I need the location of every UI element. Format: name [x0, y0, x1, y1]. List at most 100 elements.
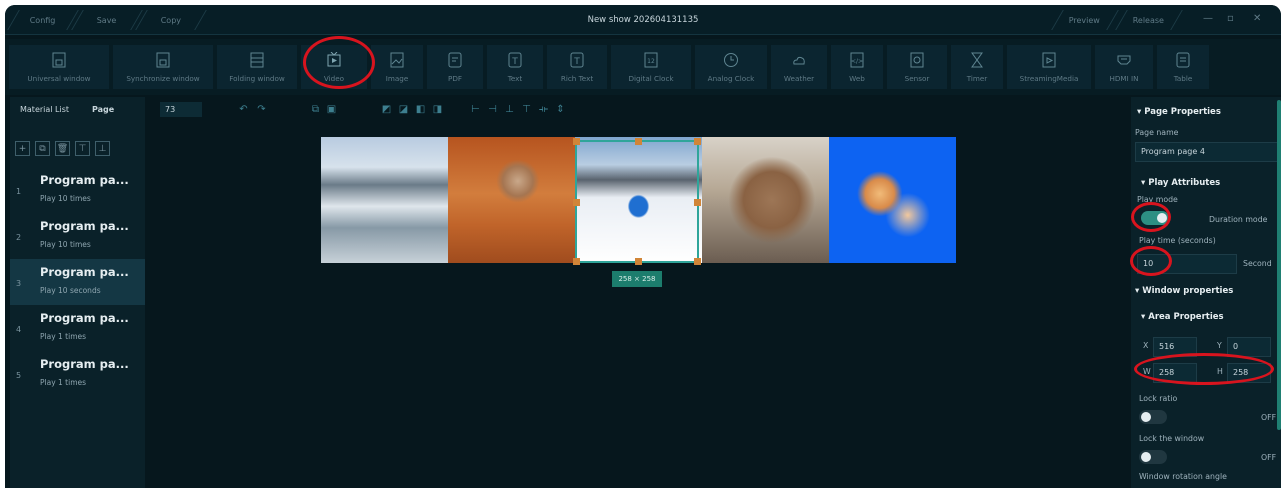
tool-universal-window[interactable]: Universal window — [9, 45, 109, 89]
selection-box[interactable] — [573, 138, 701, 265]
lock-ratio-toggle[interactable] — [1139, 410, 1167, 424]
area-properties-label: Area Properties — [1148, 312, 1224, 322]
resize-handle[interactable] — [573, 138, 580, 145]
page-name-input[interactable]: Program page 4 — [1135, 142, 1281, 162]
maximize-icon[interactable]: ▫ — [1227, 13, 1234, 24]
page-list-panel: Material List Page + ⧉ 🗑 ⊤ ⊥ 1 Program p… — [10, 97, 145, 488]
copy-icon[interactable]: ⧉ — [309, 103, 322, 116]
meerkat-photo[interactable] — [448, 137, 575, 263]
delete-icon[interactable]: ▣ — [325, 103, 338, 116]
send-back-icon[interactable]: ◪ — [397, 103, 410, 116]
list-item[interactable]: 4 Program pa... Play 1 times — [10, 305, 145, 351]
svg-text:12: 12 — [647, 58, 655, 65]
tool-image[interactable]: Image — [371, 45, 423, 89]
resize-handle[interactable] — [635, 258, 642, 265]
tab-page[interactable]: Page — [92, 97, 114, 123]
svg-text:T: T — [511, 57, 518, 67]
area-properties-heading[interactable]: ▾ Area Properties — [1141, 312, 1224, 322]
page-number: 3 — [16, 279, 22, 288]
tool-label: Weather — [783, 74, 815, 83]
add-page-icon[interactable]: + — [15, 141, 30, 156]
resize-handle[interactable] — [694, 138, 701, 145]
annotation-circle — [1130, 246, 1172, 276]
jellyfish-photo[interactable] — [829, 137, 956, 263]
tool-web[interactable]: </> Web — [831, 45, 883, 89]
hdmi-icon — [1113, 50, 1135, 70]
tool-label: Table — [1173, 74, 1193, 83]
image-icon — [386, 50, 408, 70]
forward-icon[interactable]: ◧ — [414, 103, 427, 116]
resize-handle[interactable] — [694, 258, 701, 265]
close-icon[interactable]: ✕ — [1253, 13, 1261, 24]
align-left-icon[interactable]: ⊢ — [469, 103, 482, 116]
tool-analog-clock[interactable]: Analog Clock — [695, 45, 767, 89]
align-vcenter-icon[interactable]: ⇕ — [554, 103, 567, 116]
move-top-icon[interactable]: ⊤ — [75, 141, 90, 156]
zoom-input[interactable]: 73 — [160, 102, 202, 117]
play-attributes-heading[interactable]: ▾ Play Attributes — [1141, 178, 1220, 188]
redo-icon[interactable]: ↷ — [255, 103, 268, 116]
tool-folding-window[interactable]: Folding window — [217, 45, 297, 89]
tool-hdmi-in[interactable]: HDMI IN — [1095, 45, 1153, 89]
page-number: 1 — [16, 187, 22, 196]
align-hcenter-icon[interactable]: ⟛ — [537, 103, 550, 116]
window-icon — [152, 50, 174, 70]
tool-label: Digital Clock — [628, 74, 674, 83]
tool-streaming-media[interactable]: StreamingMedia — [1007, 45, 1091, 89]
tool-sensor[interactable]: Sensor — [887, 45, 947, 89]
app-window: Config Save Copy New show 202604131135 P… — [5, 5, 1281, 488]
minimize-icon[interactable]: — — [1203, 13, 1213, 24]
tool-label: Timer — [966, 74, 988, 83]
rotation-label: Window rotation angle — [1139, 472, 1227, 481]
window-properties-heading[interactable]: ▾ Window properties — [1135, 286, 1233, 296]
tool-table[interactable]: Table — [1157, 45, 1209, 89]
tool-text[interactable]: T Text — [487, 45, 543, 89]
page-name: Program pa... — [40, 311, 129, 325]
page-number: 2 — [16, 233, 22, 242]
page-name-label: Page name — [1135, 128, 1179, 137]
page-play: Play 10 times — [40, 194, 91, 203]
preview-button[interactable]: Preview — [1051, 10, 1119, 30]
bring-front-icon[interactable]: ◩ — [380, 103, 393, 116]
release-button[interactable]: Release — [1115, 10, 1183, 30]
title-bar: Config Save Copy New show 202604131135 P… — [5, 5, 1281, 35]
tool-label: Web — [849, 74, 865, 83]
list-item[interactable]: 2 Program pa... Play 10 times — [10, 213, 145, 259]
backward-icon[interactable]: ◨ — [431, 103, 444, 116]
align-bottom-icon[interactable]: ⊥ — [503, 103, 516, 116]
tool-digital-clock[interactable]: 12 Digital Clock — [611, 45, 691, 89]
delete-page-icon[interactable]: 🗑 — [55, 141, 70, 156]
align-top-icon[interactable]: ⊤ — [520, 103, 533, 116]
tool-weather[interactable]: Weather — [771, 45, 827, 89]
page-properties-heading[interactable]: ▾ Page Properties — [1137, 107, 1221, 117]
properties-scrollbar[interactable] — [1277, 100, 1281, 430]
tab-material-list[interactable]: Material List — [20, 97, 69, 123]
annotation-circle — [1134, 353, 1274, 385]
tool-rich-text[interactable]: T Rich Text — [547, 45, 607, 89]
lock-ratio-label: Lock ratio — [1139, 394, 1178, 403]
list-item[interactable]: 1 Program pa... Play 10 times — [10, 167, 145, 213]
lock-window-state: OFF — [1261, 453, 1277, 462]
y-label: Y — [1217, 341, 1222, 350]
resize-handle[interactable] — [694, 199, 701, 206]
window-icon — [48, 50, 70, 70]
page-properties-label: Page Properties — [1144, 107, 1221, 117]
copy-page-icon[interactable]: ⧉ — [35, 141, 50, 156]
tool-synchronize-window[interactable]: Synchronize window — [113, 45, 213, 89]
mountain-photo[interactable] — [321, 137, 448, 263]
tool-timer[interactable]: Timer — [951, 45, 1003, 89]
duration-mode-label: Duration mode — [1209, 215, 1268, 224]
list-item-selected[interactable]: 3 Program pa... Play 10 seconds — [10, 259, 145, 305]
resize-handle[interactable] — [573, 199, 580, 206]
digital-clock-icon: 12 — [640, 50, 662, 70]
resize-handle[interactable] — [635, 138, 642, 145]
move-bottom-icon[interactable]: ⊥ — [95, 141, 110, 156]
align-right-icon[interactable]: ⊣ — [486, 103, 499, 116]
resize-handle[interactable] — [573, 258, 580, 265]
size-badge: 258 × 258 — [612, 271, 662, 287]
tool-pdf[interactable]: PDF — [427, 45, 483, 89]
list-item[interactable]: 5 Program pa... Play 1 times — [10, 351, 145, 397]
quokka-photo[interactable] — [702, 137, 829, 263]
lock-window-toggle[interactable] — [1139, 450, 1167, 464]
undo-icon[interactable]: ↶ — [237, 103, 250, 116]
